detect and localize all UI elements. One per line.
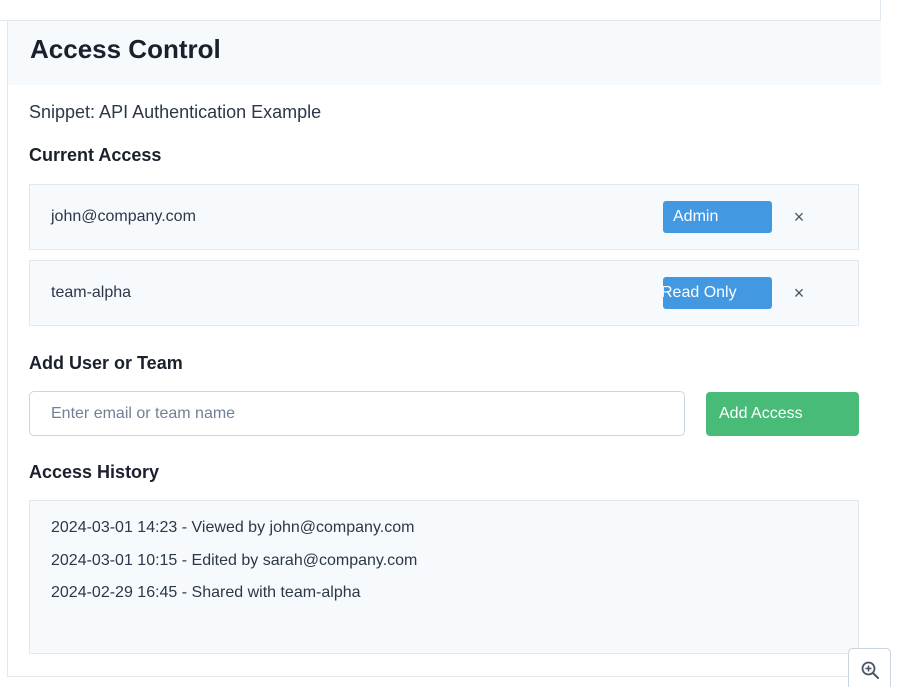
add-access-button[interactable]: Add Access: [706, 392, 859, 436]
access-row: john@company.com Admin ×: [29, 184, 859, 250]
role-select[interactable]: Read Only: [663, 277, 772, 309]
remove-access-button[interactable]: ×: [790, 281, 808, 305]
input-placeholder: Enter email or team name: [51, 405, 236, 422]
current-access-heading: Current Access: [29, 145, 162, 165]
email-or-team-input[interactable]: Enter email or team name: [29, 391, 685, 436]
access-history-heading: Access History: [29, 462, 160, 482]
access-entry-name: team-alpha: [51, 284, 132, 301]
access-history-list: 2024-03-01 14:23 - Viewed by john@compan…: [29, 500, 859, 654]
page-title: Access Control: [30, 34, 221, 64]
zoom-button[interactable]: [848, 648, 891, 687]
add-user-heading: Add User or Team: [29, 353, 183, 373]
access-row: team-alpha Read Only ×: [29, 260, 859, 326]
history-item: 2024-02-29 16:45 - Shared with team-alph…: [51, 584, 361, 601]
close-icon: ×: [793, 207, 805, 227]
history-item: 2024-03-01 10:15 - Edited by sarah@compa…: [51, 552, 418, 569]
access-entry-name: john@company.com: [51, 208, 196, 225]
remove-access-button[interactable]: ×: [790, 205, 808, 229]
role-select[interactable]: Admin: [663, 201, 772, 233]
history-item: 2024-03-01 14:23 - Viewed by john@compan…: [51, 519, 415, 536]
snippet-label: Snippet: API Authentication Example: [29, 102, 322, 122]
panel-header: Access Control: [8, 21, 881, 85]
close-icon: ×: [793, 283, 805, 303]
zoom-in-icon: [861, 661, 879, 679]
